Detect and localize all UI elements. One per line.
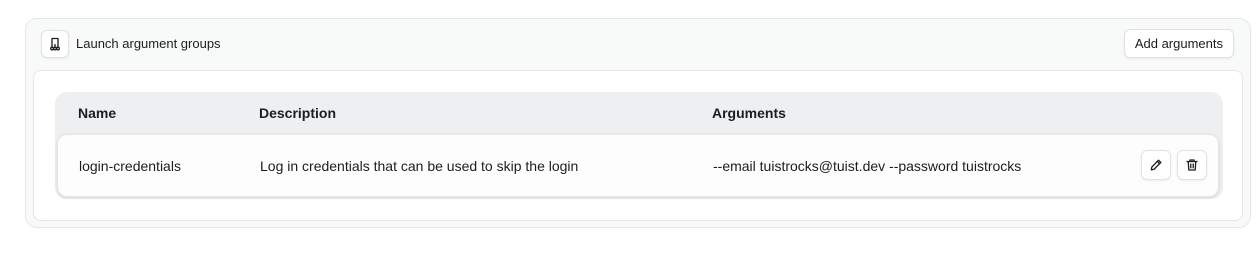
table-row: login-credentials Log in credentials tha… — [57, 134, 1219, 197]
launch-argument-groups-card: Launch argument groups Add arguments Nam… — [25, 18, 1251, 228]
section-title: Launch argument groups — [76, 36, 221, 51]
row-description: Log in credentials that can be used to s… — [260, 158, 579, 174]
launch-args-icon — [41, 30, 69, 58]
table-header: Name Description Arguments — [55, 92, 1223, 134]
delete-button[interactable] — [1177, 150, 1207, 180]
row-arguments: --email tuistrocks@tuist.dev --password … — [713, 158, 1022, 174]
card-body: Name Description Arguments login-credent… — [33, 70, 1243, 221]
column-header-description: Description — [259, 105, 337, 121]
row-name: login-credentials — [79, 158, 181, 174]
column-header-arguments: Arguments — [712, 105, 786, 121]
column-header-name: Name — [78, 105, 117, 121]
arguments-table: Name Description Arguments login-credent… — [55, 92, 1223, 199]
trash-icon — [1186, 159, 1198, 171]
edit-icon — [1150, 159, 1162, 171]
card-header: Launch argument groups Add arguments — [26, 19, 1250, 70]
edit-button[interactable] — [1141, 150, 1171, 180]
add-arguments-button[interactable]: Add arguments — [1123, 29, 1234, 58]
